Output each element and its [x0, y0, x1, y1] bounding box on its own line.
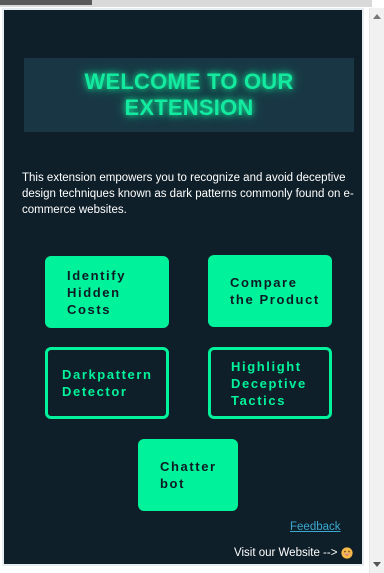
- visit-website-label: Visit our Website -->: [234, 547, 338, 559]
- welcome-banner: WELCOME TO OUR EXTENSION: [24, 58, 354, 132]
- chatter-bot-button[interactable]: Chatter bot: [138, 439, 238, 511]
- feedback-link[interactable]: Feedback: [290, 521, 341, 533]
- scroll-up-icon[interactable]: [373, 14, 381, 19]
- window-top-strip-accent: [0, 0, 92, 5]
- extension-description: This extension empowers you to recognize…: [22, 172, 354, 216]
- page-title: WELCOME TO OUR EXTENSION: [84, 69, 294, 120]
- scrollbar-thumb[interactable]: [372, 24, 382, 556]
- extension-popup: WELCOME TO OUR EXTENSION This extension …: [2, 8, 364, 566]
- visit-website-link[interactable]: Visit our Website -->: [234, 547, 354, 559]
- scroll-down-icon[interactable]: [373, 562, 381, 567]
- darkpattern-detector-button[interactable]: Darkpattern Detector: [45, 347, 169, 419]
- identify-hidden-costs-button[interactable]: Identify Hidden Costs: [45, 256, 169, 328]
- compare-product-button[interactable]: Compare the Product: [208, 255, 332, 327]
- highlight-deceptive-tactics-button[interactable]: Highlight Deceptive Tactics: [208, 347, 332, 419]
- grinning-face-icon: [341, 547, 354, 559]
- vertical-scrollbar[interactable]: [369, 8, 384, 573]
